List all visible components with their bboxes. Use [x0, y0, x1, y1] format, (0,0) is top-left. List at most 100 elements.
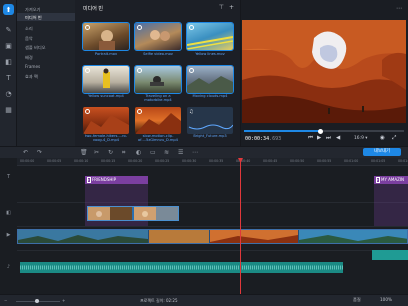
category-import[interactable]: 가져오기	[25, 7, 40, 13]
category-sample-video[interactable]: 샘플 비디오	[25, 45, 46, 51]
import-categories	[17, 0, 75, 146]
main-video-track-clips[interactable]	[17, 229, 408, 244]
ruler-tick: 00:00:30	[182, 159, 197, 163]
undo-icon[interactable]: ↶	[23, 149, 28, 156]
play-icon[interactable]: ▶	[317, 135, 321, 141]
preview-progress-fill	[244, 130, 321, 132]
category-music[interactable]: 음악	[25, 36, 33, 42]
preview-progress-bar[interactable]	[244, 130, 404, 132]
title-clip-label: FRIENDSHIP	[92, 177, 116, 182]
delete-icon[interactable]: 🗑	[80, 149, 88, 156]
preview-scrub-handle[interactable]	[318, 128, 324, 134]
skip-forward-icon[interactable]: ⏭	[326, 135, 331, 142]
ruler-tick: 00:00:10	[74, 159, 89, 163]
add-icon[interactable]: +	[229, 4, 234, 11]
title-clip-amazing[interactable]: T MY AMAZIN	[374, 176, 408, 184]
media-thumb-slow-motion[interactable]	[135, 107, 181, 134]
category-media-bin[interactable]: 미디어 빈	[25, 15, 42, 21]
ruler-tick: 00:00:15	[101, 159, 116, 163]
crop-icon[interactable]: ⌗	[122, 149, 125, 157]
zoom-slider-handle[interactable]	[35, 299, 39, 303]
titles-icon[interactable]: T	[3, 72, 14, 83]
media-bin-title: 미디어 빈	[83, 6, 103, 12]
category-sounds[interactable]: 소리	[25, 26, 33, 32]
ruler-tick: 00:00:20	[128, 159, 143, 163]
media-thumb-yellow-lines[interactable]	[186, 22, 234, 51]
title-clip-friendship[interactable]: T FRIENDSHIP	[85, 176, 148, 184]
ruler-tick: 00:00:00	[20, 159, 35, 163]
media-thumb-selfie[interactable]	[134, 22, 182, 51]
aspect-ratio-select[interactable]: 16:9 ▾	[354, 136, 367, 141]
ruler-tick: 00:00:05	[47, 159, 62, 163]
preview-time-frac: .693	[269, 136, 282, 142]
overlay-track-icon: ◧	[6, 210, 11, 216]
ruler-tick: 00:00:35	[209, 159, 224, 163]
media-thumb-portrait[interactable]	[82, 22, 130, 51]
media-thumb-hikers[interactable]	[83, 107, 129, 134]
clip-properties-icon[interactable]: ☰	[178, 149, 183, 156]
ruler-tick: 00:00:50	[290, 159, 305, 163]
zoom-out-icon[interactable]: −	[4, 298, 7, 303]
playhead[interactable]	[240, 158, 241, 294]
preview-menu-icon[interactable]: ⋯	[396, 5, 402, 12]
volume-icon[interactable]: ◀	[336, 135, 340, 141]
title-clip-body	[374, 184, 408, 226]
wrench-icon[interactable]: ✎	[3, 24, 14, 35]
audio-clip-secondary[interactable]	[372, 250, 408, 260]
media-label-bright-future: Bright_Future.mp3	[193, 134, 227, 138]
media-label-clouds: Moving clouds.mp4	[192, 94, 228, 98]
category-frames[interactable]: Frames	[25, 64, 40, 69]
ruler-tick: 00:00:25	[155, 159, 170, 163]
media-thumb-yellow-suncoat[interactable]	[82, 65, 130, 94]
aspect-ratio-value: 16:9	[354, 136, 364, 141]
filter-icon[interactable]: ⊤	[219, 4, 224, 11]
media-thumb-clouds[interactable]	[186, 65, 234, 94]
media-label-yellow-lines: Yellow lines.mov	[195, 52, 225, 56]
ruler-tick: 00:01:10	[398, 159, 408, 163]
redo-icon[interactable]: ↷	[37, 149, 42, 156]
audio-properties-icon[interactable]: ≋	[164, 149, 169, 156]
media-label-yellow-suncoat: Yellow suncoat.mp4	[88, 94, 124, 98]
filters-icon[interactable]: ▣	[3, 40, 14, 51]
ruler-tick: 00:00:40	[236, 159, 251, 163]
track-divider	[17, 250, 408, 251]
category-backgrounds[interactable]: 배경	[25, 55, 33, 61]
fullscreen-icon[interactable]: ⤢	[392, 135, 396, 142]
preview-timecode: 00:00:34.693	[245, 136, 281, 142]
rotate-icon[interactable]: ↻	[108, 149, 113, 156]
status-bar: − + 프로젝트 길이: 02:25 품질 100%	[0, 294, 408, 306]
overlay-clip-group[interactable]	[87, 206, 179, 221]
audio-track-icon: ♪	[6, 264, 11, 270]
import-icon[interactable]: ⬆	[3, 4, 14, 15]
title-icon: T	[375, 177, 380, 183]
project-duration: 프로젝트 길이: 02:25	[140, 298, 178, 303]
preview-video-frame	[242, 20, 406, 123]
tool-rail: ⬆ ✎ ▣ ◧ T ◔ ▦	[0, 0, 17, 146]
ruler-tick: 00:01:05	[371, 159, 386, 163]
ruler-tick: 00:00:45	[263, 159, 278, 163]
media-label-hikers: two-female-hikers-...ro-voog-4_D.mp4	[84, 134, 128, 143]
media-label-motorbike: Traveling on a motorbike.mp4	[144, 94, 172, 103]
category-effect-packs[interactable]: 효과 팩	[25, 74, 38, 80]
timeline-ruler[interactable]: 00:00:00 00:00:05 00:00:10 00:00:15 00:00:20…	[17, 158, 408, 166]
quality-label: 품질	[353, 297, 361, 302]
video-editor-window: ⬆ ✎ ▣ ◧ T ◔ ▦ 가져오기 미디어 빈 소리 음악 샘플 비디오 배경…	[0, 0, 408, 306]
highlight-icon[interactable]: ▭	[150, 149, 156, 156]
snapshot-icon[interactable]: ◉	[380, 135, 385, 141]
cut-icon[interactable]: ✂	[94, 149, 99, 156]
export-button[interactable]: 내보내기	[363, 148, 401, 156]
title-track-icon: T	[6, 174, 11, 180]
zoom-in-icon[interactable]: +	[62, 298, 65, 303]
title-clip-label: MY AMAZIN	[381, 177, 405, 182]
audio-clip-bright-future[interactable]	[20, 262, 343, 273]
more-tools-icon[interactable]: ▦	[3, 104, 14, 115]
media-thumb-motorbike[interactable]	[134, 65, 182, 94]
transitions-icon[interactable]: ◧	[3, 56, 14, 67]
media-thumb-bright-future[interactable]: ♫	[187, 107, 233, 134]
skip-back-icon[interactable]: ⏮	[308, 135, 313, 142]
color-icon[interactable]: ◐	[136, 149, 141, 156]
track-divider	[17, 226, 408, 227]
title-icon: T	[86, 177, 91, 183]
stickers-icon[interactable]: ◔	[3, 88, 14, 99]
more-icon[interactable]: ⋯	[192, 149, 198, 156]
